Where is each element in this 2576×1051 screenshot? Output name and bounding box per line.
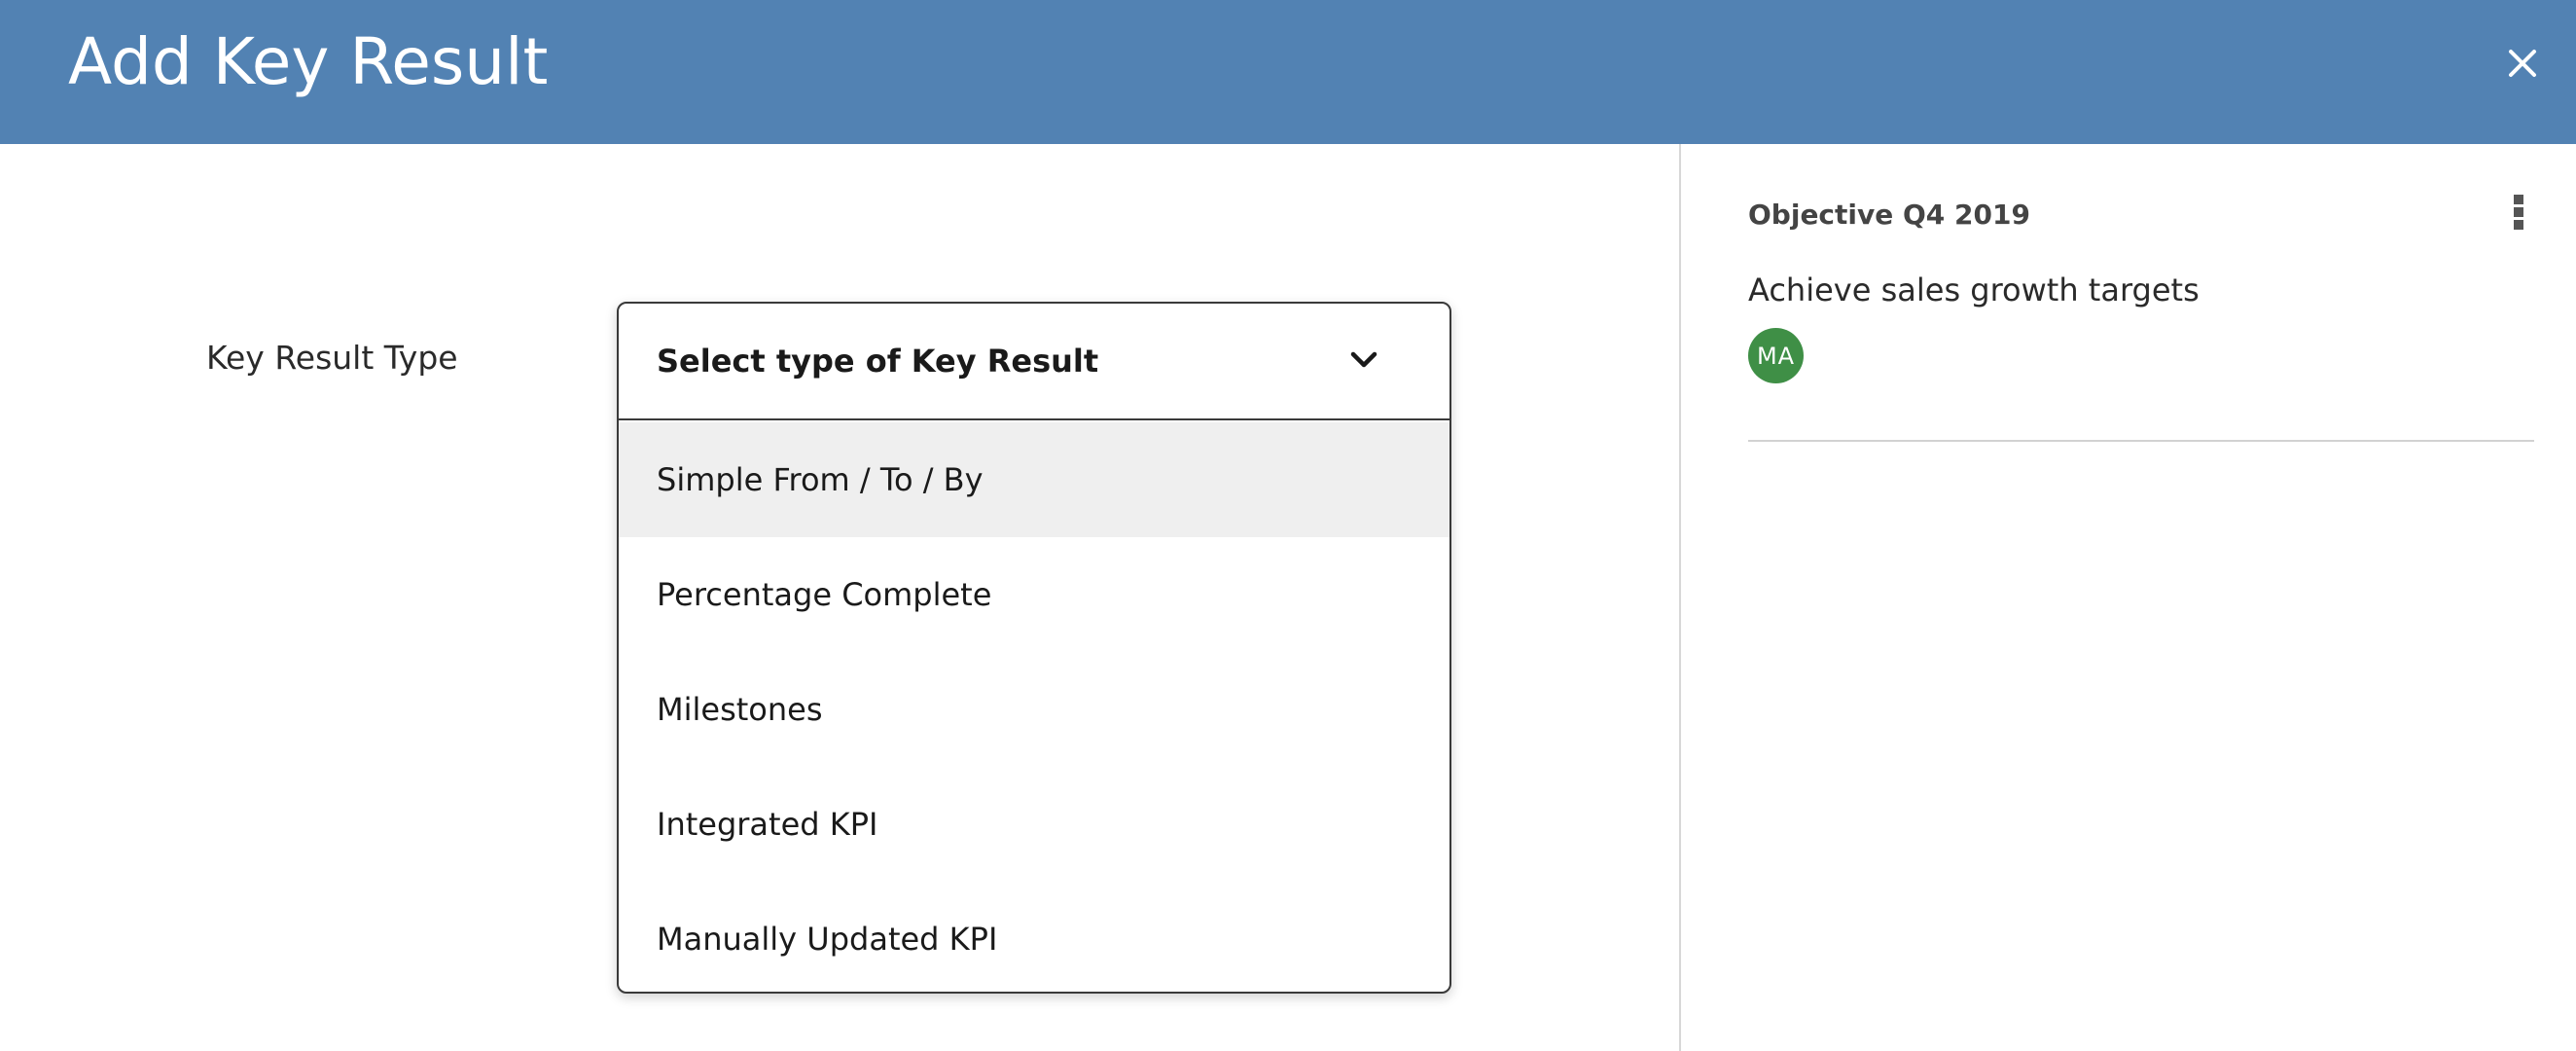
option-milestones[interactable]: Milestones: [619, 652, 1449, 767]
option-label: Manually Updated KPI: [657, 921, 998, 958]
option-percentage-complete[interactable]: Percentage Complete: [619, 537, 1449, 652]
chevron-down-icon: [1346, 343, 1381, 378]
sidebar-divider: [1748, 440, 2534, 442]
owner-avatar[interactable]: MA: [1748, 328, 1804, 383]
objective-period-heading: Objective Q4 2019: [1748, 199, 2030, 231]
avatar-initials: MA: [1756, 342, 1796, 370]
option-label: Simple From / To / By: [657, 461, 984, 498]
objective-title: Achieve sales growth targets: [1748, 272, 2200, 308]
select-option-list: Simple From / To / By Percentage Complet…: [619, 422, 1449, 992]
close-button[interactable]: [2498, 39, 2547, 88]
option-label: Integrated KPI: [657, 806, 878, 843]
select-trigger[interactable]: Select type of Key Result: [619, 304, 1449, 420]
modal-header: Add Key Result: [0, 0, 2576, 144]
key-result-type-label: Key Result Type: [206, 339, 458, 377]
option-integrated-kpi[interactable]: Integrated KPI: [619, 767, 1449, 882]
key-result-type-select[interactable]: Select type of Key Result Simple From / …: [617, 302, 1451, 994]
close-icon: [2509, 50, 2536, 77]
panel-divider: [1679, 144, 1681, 1051]
modal-title: Add Key Result: [68, 24, 549, 99]
option-label: Milestones: [657, 691, 823, 728]
option-manually-updated-kpi[interactable]: Manually Updated KPI: [619, 882, 1449, 992]
select-current-value: Select type of Key Result: [657, 343, 1099, 380]
option-simple-from-to-by[interactable]: Simple From / To / By: [619, 422, 1449, 537]
more-vertical-icon[interactable]: [2510, 195, 2527, 237]
option-label: Percentage Complete: [657, 576, 992, 613]
